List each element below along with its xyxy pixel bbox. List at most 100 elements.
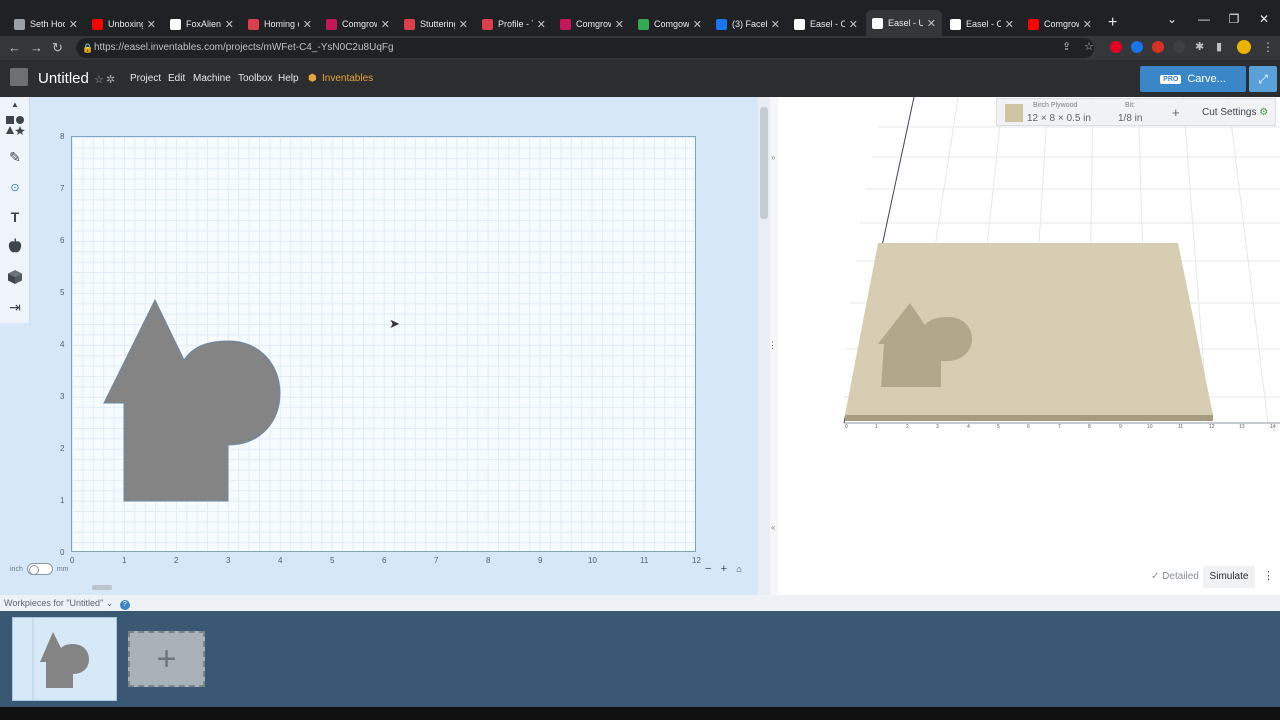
tab-search-icon[interactable]: ⌄	[1160, 12, 1184, 26]
design-workspace[interactable]: ▲ ✎ ⊙ T ⇥ 8 7 6 5 4 3 2 1 0 0 1 2 3 4 5 …	[0, 97, 770, 595]
tab-close-icon[interactable]: ✕	[69, 18, 78, 31]
detailed-toggle[interactable]: ✓ Detailed	[1151, 571, 1199, 582]
menu-machine[interactable]: Machine	[193, 73, 231, 84]
design-canvas[interactable]	[71, 136, 696, 552]
tab-close-icon[interactable]: ✕	[225, 18, 234, 31]
address-bar[interactable]: 🔒 https://easel.inventables.com/projects…	[76, 38, 1094, 58]
browser-toolbar: ← → ↻ 🔒 https://easel.inventables.com/pr…	[0, 36, 1280, 60]
text-icon[interactable]: T	[5, 207, 25, 227]
browser-tab[interactable]: Comgrow ✕	[554, 12, 630, 36]
extension-icon[interactable]	[1131, 41, 1143, 53]
workpiece-thumbnail[interactable]	[12, 617, 117, 701]
more-options-icon[interactable]: ⋮	[1263, 569, 1274, 582]
tab-close-icon[interactable]: ✕	[927, 17, 936, 30]
material-dimensions[interactable]: 12 × 8 × 0.5 in	[1027, 113, 1091, 124]
home-icon[interactable]: ⌂	[736, 564, 741, 574]
workpieces-header[interactable]: Workpieces for "Untitled" ⌄ ?	[0, 595, 1280, 611]
menu-help[interactable]: Help	[278, 73, 299, 84]
browser-tab[interactable]: Seth Hoo ✕	[8, 12, 84, 36]
tab-close-icon[interactable]: ✕	[693, 18, 702, 31]
bookmark-star-icon[interactable]: ☆	[1084, 40, 1094, 53]
unit-switch[interactable]	[26, 563, 53, 575]
target-icon[interactable]: ⊙	[5, 177, 25, 197]
browser-tab[interactable]: Easel - Ca ✕	[788, 12, 864, 36]
pinterest-extension-icon[interactable]	[1110, 41, 1122, 53]
browser-tab[interactable]: Comgow ✕	[632, 12, 708, 36]
help-icon[interactable]: ?	[119, 600, 130, 610]
browser-tab[interactable]: FoxAlien ✕	[164, 12, 240, 36]
chrome-menu-icon[interactable]: ⋮	[1262, 40, 1274, 54]
cube-icon[interactable]	[5, 267, 25, 287]
menu-edit[interactable]: Edit	[168, 73, 185, 84]
shapes-icon[interactable]	[5, 115, 25, 135]
new-tab-button[interactable]: +	[1108, 14, 1117, 32]
tab-close-icon[interactable]: ✕	[381, 18, 390, 31]
reload-icon[interactable]: ↻	[52, 40, 63, 56]
add-workpiece-button[interactable]: +	[128, 631, 205, 687]
browser-tab[interactable]: Comgrow ✕	[1022, 12, 1098, 36]
collapse-up-icon[interactable]: ▲	[5, 99, 25, 109]
collapse-left-icon[interactable]: «	[771, 523, 775, 532]
browser-tab[interactable]: Easel - Co ✕	[944, 12, 1020, 36]
profile-avatar[interactable]	[1237, 40, 1251, 54]
zoom-in-icon[interactable]: +	[721, 563, 727, 575]
favorite-star-icon[interactable]: ☆	[94, 73, 104, 86]
tab-close-icon[interactable]: ✕	[849, 18, 858, 31]
easel-logo-icon[interactable]	[10, 68, 28, 86]
close-window-button[interactable]: ✕	[1252, 12, 1276, 26]
material-name[interactable]: Birch Plywood	[1033, 102, 1077, 109]
cut-settings-button[interactable]: Cut Settings ⚙	[1202, 107, 1268, 118]
tab-close-icon[interactable]: ✕	[459, 18, 468, 31]
tab-close-icon[interactable]: ✕	[1083, 18, 1092, 31]
extension-dot-icon[interactable]	[1173, 41, 1185, 53]
carve-button[interactable]: PRO Carve...	[1140, 66, 1246, 92]
side-panel-icon[interactable]: ▮	[1216, 40, 1222, 53]
bit-size[interactable]: 1/8 in	[1118, 113, 1142, 124]
expand-right-icon[interactable]: »	[771, 153, 775, 162]
restore-button[interactable]: ❐	[1222, 12, 1246, 26]
minimize-button[interactable]: —	[1192, 12, 1216, 26]
simulate-button[interactable]: Simulate	[1203, 566, 1255, 588]
browser-tab[interactable]: (3) Facebo ✕	[710, 12, 786, 36]
tab-close-icon[interactable]: ✕	[1005, 18, 1014, 31]
add-bit-button[interactable]: +	[1172, 105, 1180, 120]
tab-close-icon[interactable]: ✕	[537, 18, 546, 31]
tab-title: Seth Hoo	[30, 19, 65, 29]
browser-tab[interactable]: Homing o ✕	[242, 12, 318, 36]
axis-tick: 11	[1178, 424, 1184, 430]
menu-toolbox[interactable]: Toolbox	[238, 73, 272, 84]
browser-tab[interactable]: Profile - T ✕	[476, 12, 552, 36]
tab-close-icon[interactable]: ✕	[771, 18, 780, 31]
axis-tick: 1	[875, 424, 878, 430]
import-icon[interactable]: ⇥	[5, 297, 25, 317]
back-icon[interactable]: ←	[8, 40, 21, 55]
x-tick: 1	[122, 556, 127, 565]
expand-preview-icon[interactable]: ⤢	[1249, 66, 1277, 92]
browser-tab[interactable]: Comgrow ✕	[320, 12, 396, 36]
tab-close-icon[interactable]: ✕	[147, 18, 156, 31]
scrollbar-thumb[interactable]	[760, 107, 768, 219]
chevron-down-icon[interactable]: ⌄	[106, 598, 114, 608]
forward-icon[interactable]: →	[30, 40, 43, 55]
material-swatch[interactable]	[1005, 104, 1023, 122]
tab-close-icon[interactable]: ✕	[303, 18, 312, 31]
zoom-out-icon[interactable]: −	[705, 563, 711, 575]
block-extension-icon[interactable]	[1152, 41, 1164, 53]
3d-preview-panel[interactable]: 0 1 2 3 4 5 6 7 8 9 10 11 12 13 14 ⋮	[768, 97, 1280, 595]
panel-drag-handle-icon[interactable]: ⋮	[768, 340, 777, 351]
apple-icon[interactable]	[5, 236, 25, 256]
axis-tick: 2	[906, 424, 909, 430]
tab-close-icon[interactable]: ✕	[615, 18, 624, 31]
project-title[interactable]: Untitled	[38, 70, 89, 87]
share-icon[interactable]: ⇪	[1062, 40, 1071, 53]
unit-toggle[interactable]: inch mm	[10, 563, 69, 575]
pen-icon[interactable]: ✎	[5, 147, 25, 167]
extensions-puzzle-icon[interactable]: ✱	[1195, 40, 1204, 53]
browser-tab[interactable]: Unboxing ✕	[86, 12, 162, 36]
browser-tab[interactable]: Easel - Un ✕	[866, 10, 942, 36]
horizontal-scrollbar[interactable]	[92, 585, 112, 590]
y-tick: 3	[60, 392, 65, 401]
menu-inventables[interactable]: Inventables	[322, 73, 373, 84]
browser-tab[interactable]: Stuttering ✕	[398, 12, 474, 36]
menu-project[interactable]: Project	[130, 73, 161, 84]
